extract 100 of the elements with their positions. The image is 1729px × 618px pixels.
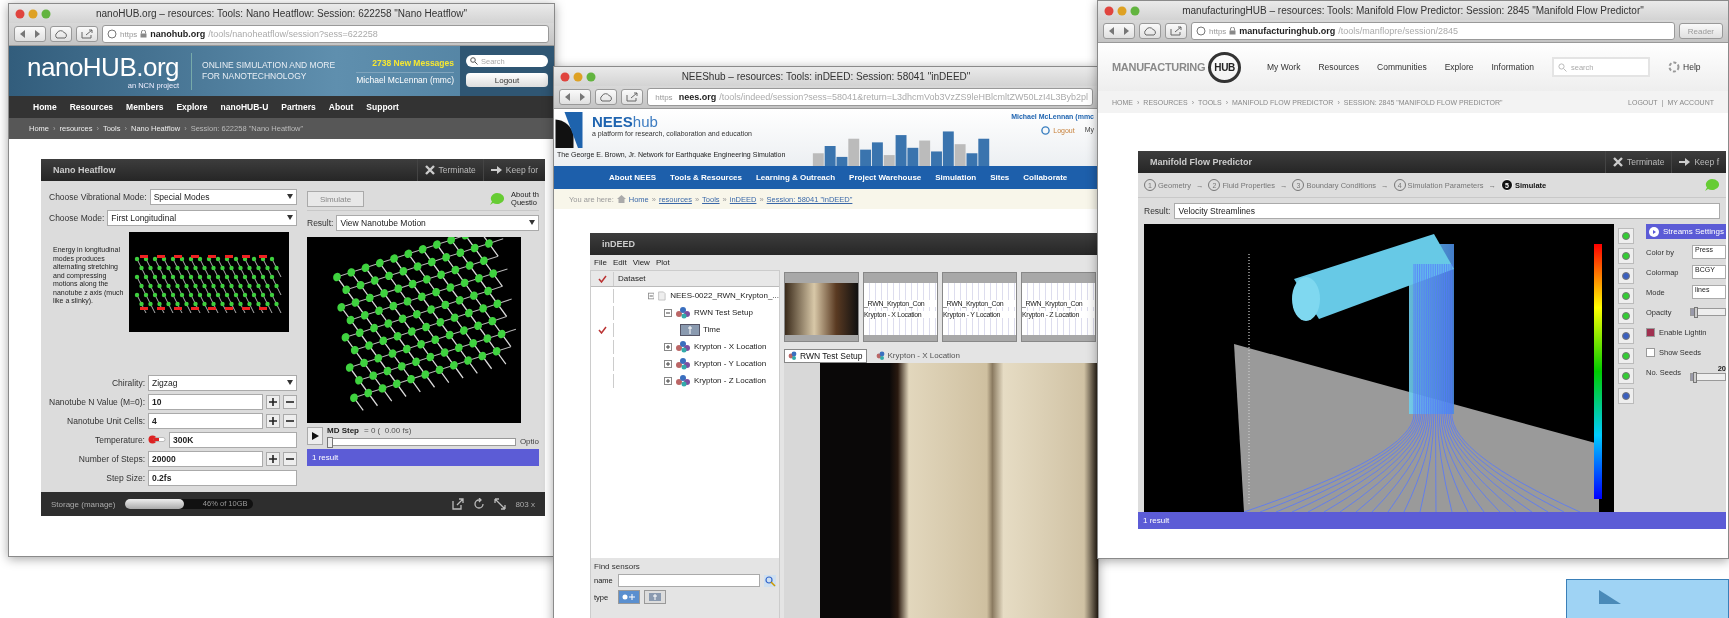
cloud-button[interactable] <box>595 89 617 105</box>
collapse-icon[interactable] <box>648 291 655 300</box>
cloud-button[interactable] <box>1139 23 1161 39</box>
number-field[interactable]: 4 <box>148 412 263 429</box>
nav-link[interactable]: Resources <box>1318 62 1360 72</box>
nav-link[interactable]: Learning & Outreach <box>756 173 836 182</box>
keep-button[interactable]: Keep for <box>482 159 545 181</box>
nav-link[interactable]: Project Warehouse <box>849 173 922 182</box>
cloud-button[interactable] <box>50 26 72 42</box>
dropdown[interactable]: First Longitudinal <box>107 209 297 226</box>
tree-item[interactable]: RWN Test Setup <box>694 308 753 317</box>
thumbnail-frame[interactable] <box>784 272 859 342</box>
nav-link[interactable]: Collaborate <box>1023 173 1068 182</box>
nav-link[interactable]: About NEES <box>609 173 657 182</box>
type-filter-button[interactable] <box>618 590 640 604</box>
tab[interactable]: RWN Test Setup <box>784 348 867 363</box>
settings-header[interactable]: Streams Settings <box>1646 224 1726 239</box>
tree-item[interactable]: Krypton - Z Location <box>694 376 767 385</box>
nav-link[interactable]: Explore <box>176 102 208 112</box>
nav-link[interactable]: Home <box>33 102 57 112</box>
tree-item[interactable]: Time <box>703 325 721 334</box>
expand-icon[interactable] <box>664 376 672 385</box>
view-tool-button[interactable] <box>1618 268 1634 284</box>
temperature-field[interactable]: 300K <box>169 431 297 448</box>
nees-logo-icon[interactable] <box>554 112 584 148</box>
share-button[interactable] <box>1165 23 1187 39</box>
nav-link[interactable]: About <box>328 102 354 112</box>
view-tool-button[interactable] <box>1618 348 1634 364</box>
expand-icon[interactable] <box>664 359 672 368</box>
view-tool-button[interactable] <box>1618 288 1634 304</box>
back-forward-button[interactable] <box>1103 23 1135 39</box>
type-filter-button[interactable] <box>644 590 666 604</box>
nav-link[interactable]: Communities <box>1377 62 1427 72</box>
view-tool-button[interactable] <box>1618 308 1634 324</box>
user-name[interactable]: Michael McLennan (mmc) <box>356 71 454 85</box>
nav-link[interactable]: Resources <box>69 102 114 112</box>
nav-link[interactable]: Sites <box>990 173 1010 182</box>
collapse-icon[interactable] <box>664 308 672 317</box>
nav-link[interactable]: Simulation <box>935 173 977 182</box>
name-field[interactable] <box>618 574 760 587</box>
view-tool-button[interactable] <box>1618 368 1634 384</box>
tree-item[interactable]: Krypton - X Location <box>694 342 767 351</box>
view-tool-button[interactable] <box>1618 328 1634 344</box>
nav-link[interactable]: Tools & Resources <box>670 173 742 182</box>
terminate-button[interactable]: Terminate <box>416 159 483 181</box>
decrement-button[interactable] <box>283 451 297 466</box>
address-field[interactable]: https nanohub.org /tools/nanoheatflow/session?sess=622258 <box>102 25 549 43</box>
terminate-button[interactable]: Terminate <box>1605 151 1672 173</box>
slider-thumb[interactable] <box>1694 307 1699 318</box>
nav-link[interactable]: Partners <box>281 102 316 112</box>
increment-button[interactable] <box>266 394 280 409</box>
tree-item[interactable]: Krypton - Y Location <box>694 359 767 368</box>
address-field[interactable]: https manufacturinghub.org /tools/manflopre/session/2845 <box>1191 22 1675 40</box>
nav-link[interactable]: Support <box>366 102 399 112</box>
back-forward-button[interactable] <box>14 26 46 42</box>
checkbox[interactable] <box>1646 327 1655 337</box>
nav-link[interactable]: Explore <box>1444 62 1474 72</box>
popout-icon[interactable] <box>452 498 465 510</box>
checkbox[interactable] <box>1646 347 1655 357</box>
site-logo[interactable]: NEEShub <box>592 114 802 130</box>
view-tool-button[interactable] <box>1618 248 1634 264</box>
result-dropdown[interactable]: View Nanotube Motion <box>336 214 539 231</box>
expand-icon[interactable] <box>664 342 672 351</box>
logout-button[interactable]: Logout <box>466 73 548 87</box>
increment-button[interactable] <box>266 451 280 466</box>
view-tool-button[interactable] <box>1618 388 1634 404</box>
dropdown[interactable]: Special Modes <box>149 188 297 205</box>
decrement-button[interactable] <box>283 394 297 409</box>
share-button[interactable] <box>621 89 643 105</box>
result-dropdown[interactable]: Velocity Streamlines <box>1174 203 1720 219</box>
number-field[interactable]: 20000 <box>148 450 263 467</box>
menu-item[interactable]: View <box>632 258 650 267</box>
search-icon[interactable] <box>764 574 776 587</box>
storage-link[interactable]: Storage (manage) <box>51 499 116 509</box>
menu-item[interactable]: File <box>594 258 607 267</box>
refresh-icon[interactable] <box>473 498 486 510</box>
slider-thumb[interactable] <box>1692 371 1697 383</box>
view-tool-button[interactable] <box>1618 228 1634 244</box>
play-button[interactable] <box>307 427 323 445</box>
menu-item[interactable]: Edit <box>612 258 627 267</box>
nav-link[interactable]: nanoHUB-U <box>220 102 269 112</box>
decrement-button[interactable] <box>283 413 297 428</box>
back-forward-button[interactable] <box>559 89 591 105</box>
resize-icon[interactable] <box>494 498 507 510</box>
tab[interactable]: Krypton - X Location <box>872 349 963 362</box>
number-field[interactable]: 10 <box>148 393 263 410</box>
help-link[interactable]: Help <box>1668 61 1701 73</box>
text-field[interactable]: 0.2fs <box>148 469 297 486</box>
menu-item[interactable]: Plot <box>655 258 670 267</box>
share-button[interactable] <box>76 26 98 42</box>
slider-thumb[interactable] <box>327 437 333 448</box>
address-field[interactable]: https nees.org /tools/indeed/session?sess=58041&return=L3dhcmVob3VzZS9leHBlcmltZW50LzI4L3Byb2pl <box>647 88 1093 106</box>
nav-link[interactable]: Members <box>126 102 164 112</box>
increment-button[interactable] <box>266 413 280 428</box>
site-logo[interactable]: nanoHUB.org <box>27 52 180 81</box>
nav-link[interactable]: Information <box>1491 62 1534 72</box>
options-label[interactable]: Optio <box>519 437 539 446</box>
tree-item[interactable]: NEES-0022_RWN_Krypton_... <box>670 291 779 300</box>
keep-button[interactable]: Keep f <box>1671 151 1726 173</box>
site-logo[interactable]: MANUFACTURING HUB <box>1112 51 1242 83</box>
